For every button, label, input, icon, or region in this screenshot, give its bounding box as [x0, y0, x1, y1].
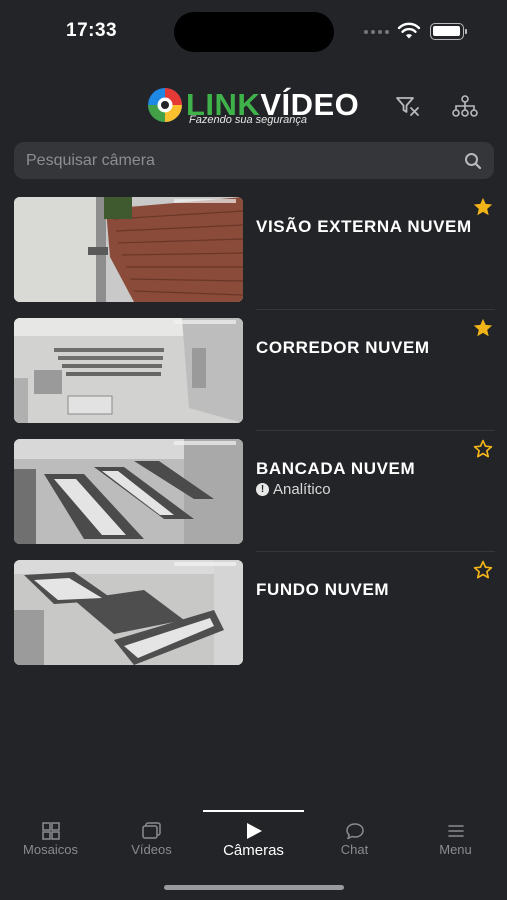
videos-icon — [141, 822, 161, 839]
star-outline-icon[interactable] — [472, 559, 494, 581]
camera-name: FUNDO NUVEM — [256, 580, 390, 599]
search-bar[interactable] — [14, 142, 494, 179]
camera-thumbnail[interactable] — [14, 318, 243, 423]
tab-cameras[interactable]: Câmeras — [203, 822, 304, 859]
cellular-signal-icon — [364, 30, 389, 34]
camera-thumbnail[interactable] — [14, 197, 243, 302]
info-icon: ! — [256, 483, 269, 496]
menu-icon — [447, 825, 464, 837]
search-icon[interactable] — [464, 152, 482, 170]
camera-thumbnail[interactable] — [14, 560, 243, 665]
search-input[interactable] — [26, 151, 464, 170]
camera-name: CORREDOR NUVEM — [256, 338, 430, 357]
active-tab-indicator — [203, 810, 304, 812]
grid-icon — [41, 822, 60, 840]
camera-subtitle: Analítico — [273, 481, 331, 498]
camera-name: VISÃO EXTERNA NUVEM — [256, 217, 472, 236]
camera-row[interactable]: BANCADA NUVEM ! Analítico — [0, 431, 507, 552]
status-time: 17:33 — [66, 20, 118, 41]
tab-label: Câmeras — [223, 842, 284, 859]
tab-mosaicos[interactable]: Mosaicos — [0, 822, 101, 857]
chat-icon — [345, 823, 364, 840]
camera-thumbnail[interactable] — [14, 439, 243, 544]
camera-analytics-tag: ! Analítico — [256, 481, 331, 498]
camera-lens-logo-icon — [148, 88, 182, 122]
dynamic-island — [174, 12, 334, 52]
tab-label: Vídeos — [131, 842, 172, 857]
tab-videos[interactable]: Vídeos — [101, 822, 202, 857]
camera-row[interactable]: FUNDO NUVEM — [0, 552, 507, 673]
logo-tagline: Fazendo sua segurança — [189, 114, 308, 126]
camera-row[interactable]: CORREDOR NUVEM — [0, 310, 507, 431]
battery-icon — [430, 23, 467, 40]
app-logo: LINKVÍDEO Fazendo sua segurança — [146, 86, 376, 130]
star-outline-icon[interactable] — [472, 438, 494, 460]
play-icon — [246, 823, 262, 839]
camera-list: VISÃO EXTERNA NUVEM CORREDOR NUVEM BANCA… — [0, 189, 507, 673]
tab-label: Mosaicos — [23, 842, 78, 857]
home-indicator — [164, 885, 344, 890]
tab-menu[interactable]: Menu — [405, 822, 506, 857]
hierarchy-icon[interactable] — [452, 94, 478, 118]
camera-name: BANCADA NUVEM — [256, 459, 416, 478]
tab-label: Chat — [340, 842, 369, 857]
tab-chat[interactable]: Chat — [304, 822, 405, 857]
star-filled-icon[interactable] — [472, 317, 494, 339]
filter-clear-icon[interactable] — [395, 94, 421, 118]
wifi-icon — [397, 22, 421, 39]
camera-row[interactable]: VISÃO EXTERNA NUVEM — [0, 189, 507, 310]
star-filled-icon[interactable] — [472, 196, 494, 218]
tab-label: Menu — [439, 842, 472, 857]
status-bar: 17:33 — [0, 0, 507, 64]
